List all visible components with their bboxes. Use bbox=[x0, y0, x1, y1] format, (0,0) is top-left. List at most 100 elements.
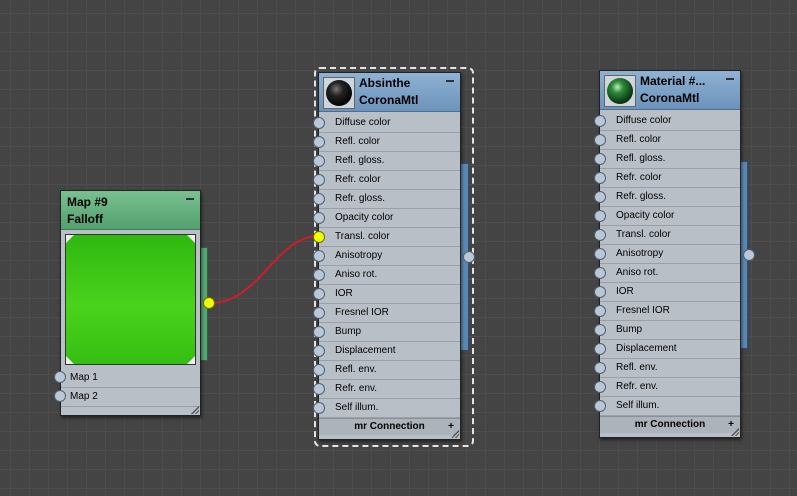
input-socket-refr-gloss[interactable] bbox=[313, 193, 325, 205]
slot-ior[interactable]: IOR bbox=[319, 284, 460, 304]
output-socket[interactable] bbox=[463, 251, 475, 263]
slot-opacity-color[interactable]: Opacity color bbox=[600, 206, 740, 226]
input-socket-map-1[interactable] bbox=[54, 371, 66, 383]
input-socket-fresnel-ior[interactable] bbox=[594, 305, 606, 317]
resize-grip[interactable] bbox=[191, 406, 199, 414]
mr-connection-row[interactable]: mr Connection + bbox=[319, 418, 460, 435]
input-socket-displacement[interactable] bbox=[594, 343, 606, 355]
input-socket-ior[interactable] bbox=[313, 288, 325, 300]
connection-wire[interactable] bbox=[209, 235, 320, 304]
input-socket-refr-color[interactable] bbox=[313, 174, 325, 186]
slot-refl-color[interactable]: Refl. color bbox=[319, 132, 460, 152]
input-socket-refr-gloss[interactable] bbox=[594, 191, 606, 203]
slot-label: Refr. color bbox=[616, 172, 662, 183]
slot-self-illum[interactable]: Self illum. bbox=[600, 396, 740, 416]
slot-refr-env[interactable]: Refr. env. bbox=[319, 379, 460, 399]
slot-aniso-rot[interactable]: Aniso rot. bbox=[600, 263, 740, 283]
slot-anisotropy[interactable]: Anisotropy bbox=[600, 244, 740, 264]
slot-label: Diffuse color bbox=[335, 117, 391, 128]
slot-fresnel-ior[interactable]: Fresnel IOR bbox=[319, 303, 460, 323]
slot-label: Refl. env. bbox=[335, 364, 377, 375]
slot-refr-gloss[interactable]: Refr. gloss. bbox=[600, 187, 740, 207]
node-title: Absinthe bbox=[359, 76, 411, 90]
slot-refr-color[interactable]: Refr. color bbox=[600, 168, 740, 188]
slot-refl-gloss[interactable]: Refl. gloss. bbox=[600, 149, 740, 169]
footer-label: mr Connection bbox=[354, 421, 425, 432]
input-socket-refl-color[interactable] bbox=[313, 136, 325, 148]
output-socket[interactable] bbox=[203, 297, 215, 309]
input-socket-refr-color[interactable] bbox=[594, 172, 606, 184]
input-socket-aniso-rot[interactable] bbox=[313, 269, 325, 281]
input-socket-map-2[interactable] bbox=[54, 390, 66, 402]
slot-refl-gloss[interactable]: Refl. gloss. bbox=[319, 151, 460, 171]
slot-refl-env[interactable]: Refl. env. bbox=[319, 360, 460, 380]
input-socket-diffuse-color[interactable] bbox=[313, 117, 325, 129]
falloff-preview-swatch bbox=[65, 234, 196, 365]
resize-grip[interactable] bbox=[451, 430, 459, 438]
slot-anisotropy[interactable]: Anisotropy bbox=[319, 246, 460, 266]
input-socket-bump[interactable] bbox=[594, 324, 606, 336]
slot-diffuse-color[interactable]: Diffuse color bbox=[319, 113, 460, 133]
slot-self-illum[interactable]: Self illum. bbox=[319, 398, 460, 418]
slot-transl-color[interactable]: Transl. color bbox=[319, 227, 460, 247]
slot-label: Refr. color bbox=[335, 174, 381, 185]
node-header[interactable]: Absinthe CoronaMtl bbox=[319, 73, 460, 112]
slot-label: Self illum. bbox=[616, 400, 660, 411]
material-sphere-dark-icon bbox=[326, 80, 352, 106]
input-socket-anisotropy[interactable] bbox=[313, 250, 325, 262]
minimize-button[interactable] bbox=[726, 78, 734, 80]
input-socket-refl-env[interactable] bbox=[313, 364, 325, 376]
input-socket-refl-gloss[interactable] bbox=[313, 155, 325, 167]
node-header[interactable]: Map #9 Falloff bbox=[61, 191, 200, 230]
input-socket-refl-gloss[interactable] bbox=[594, 153, 606, 165]
input-socket-opacity-color[interactable] bbox=[594, 210, 606, 222]
input-socket-displacement[interactable] bbox=[313, 345, 325, 357]
minimize-button[interactable] bbox=[446, 80, 454, 82]
slot-label: Map 2 bbox=[70, 391, 98, 402]
input-socket-anisotropy[interactable] bbox=[594, 248, 606, 260]
slot-aniso-rot[interactable]: Aniso rot. bbox=[319, 265, 460, 285]
slot-displacement[interactable]: Displacement bbox=[319, 341, 460, 361]
slot-displacement[interactable]: Displacement bbox=[600, 339, 740, 359]
slot-label: Displacement bbox=[335, 345, 396, 356]
material-preview-thumbnail bbox=[604, 75, 636, 107]
input-socket-refr-env[interactable] bbox=[313, 383, 325, 395]
input-socket-refl-env[interactable] bbox=[594, 362, 606, 374]
input-socket-fresnel-ior[interactable] bbox=[313, 307, 325, 319]
slot-label: Bump bbox=[335, 326, 362, 337]
input-socket-self-illum[interactable] bbox=[594, 400, 606, 412]
input-socket-opacity-color[interactable] bbox=[313, 212, 325, 224]
slot-transl-color[interactable]: Transl. color bbox=[600, 225, 740, 245]
input-socket-transl-color[interactable] bbox=[594, 229, 606, 241]
slot-fresnel-ior[interactable]: Fresnel IOR bbox=[600, 301, 740, 321]
slot-label: Transl. color bbox=[616, 229, 671, 240]
slot-refl-color[interactable]: Refl. color bbox=[600, 130, 740, 150]
slot-bump[interactable]: Bump bbox=[600, 320, 740, 340]
slot-map-1[interactable]: Map 1 bbox=[61, 368, 200, 388]
slot-refr-env[interactable]: Refr. env. bbox=[600, 377, 740, 397]
input-socket-diffuse-color[interactable] bbox=[594, 115, 606, 127]
slot-label: Aniso rot. bbox=[616, 267, 659, 278]
input-socket-refl-color[interactable] bbox=[594, 134, 606, 146]
input-socket-bump[interactable] bbox=[313, 326, 325, 338]
mr-connection-row[interactable]: mr Connection + bbox=[600, 416, 740, 433]
slot-refr-color[interactable]: Refr. color bbox=[319, 170, 460, 190]
slot-opacity-color[interactable]: Opacity color bbox=[319, 208, 460, 228]
node-header[interactable]: Material #... CoronaMtl bbox=[600, 71, 740, 110]
slot-diffuse-color[interactable]: Diffuse color bbox=[600, 111, 740, 131]
slot-ior[interactable]: IOR bbox=[600, 282, 740, 302]
minimize-button[interactable] bbox=[186, 198, 194, 200]
input-socket-refr-env[interactable] bbox=[594, 381, 606, 393]
input-socket-transl-color[interactable] bbox=[313, 231, 325, 243]
slot-label: Refr. env. bbox=[616, 381, 659, 392]
input-socket-aniso-rot[interactable] bbox=[594, 267, 606, 279]
slot-refr-gloss[interactable]: Refr. gloss. bbox=[319, 189, 460, 209]
input-socket-self-illum[interactable] bbox=[313, 402, 325, 414]
slot-bump[interactable]: Bump bbox=[319, 322, 460, 342]
output-socket[interactable] bbox=[743, 249, 755, 261]
slot-label: Displacement bbox=[616, 343, 677, 354]
input-socket-ior[interactable] bbox=[594, 286, 606, 298]
slot-map-2[interactable]: Map 2 bbox=[61, 387, 200, 407]
slot-refl-env[interactable]: Refl. env. bbox=[600, 358, 740, 378]
resize-grip[interactable] bbox=[731, 428, 739, 436]
